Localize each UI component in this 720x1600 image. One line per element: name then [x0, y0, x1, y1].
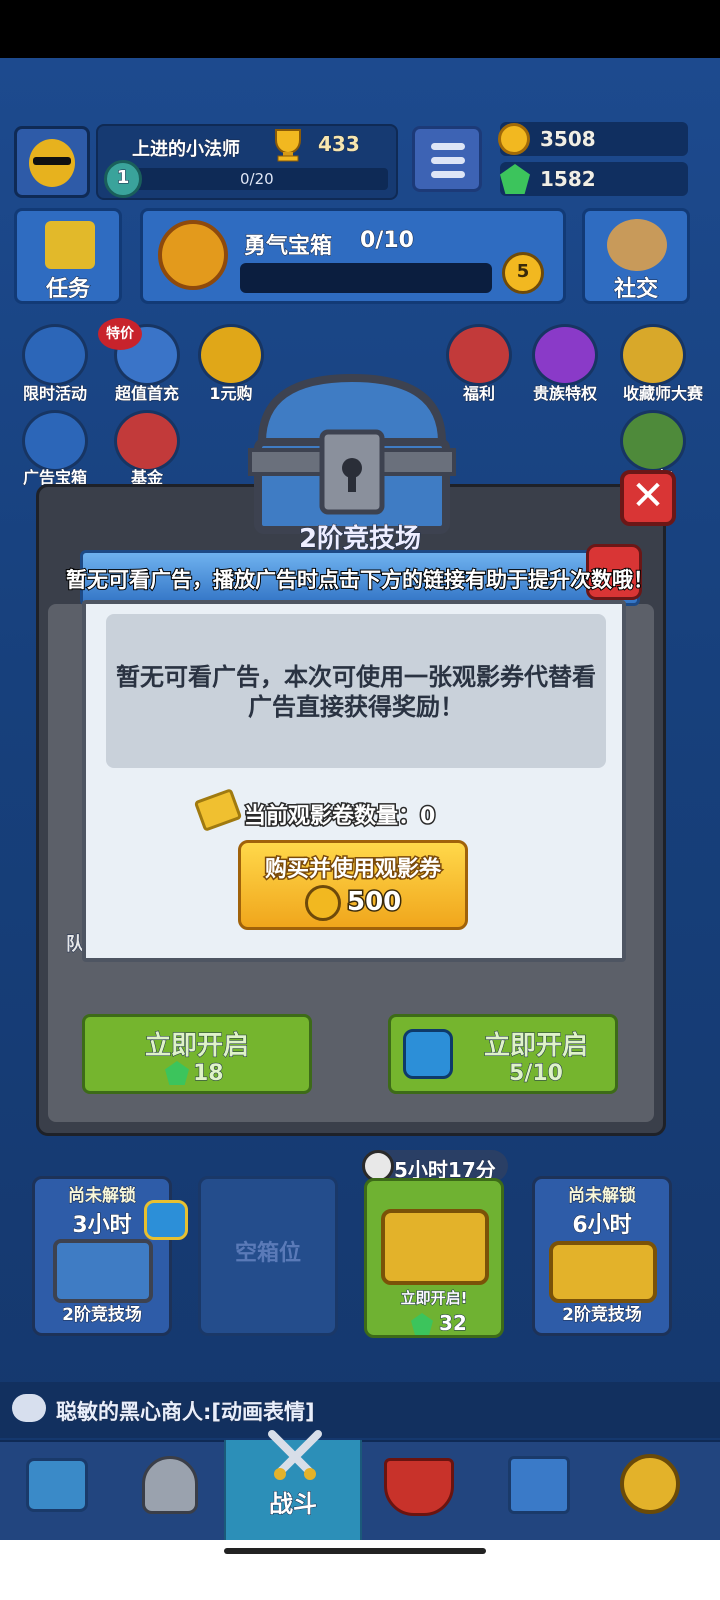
courage-chest-title: 勇气宝箱: [243, 234, 333, 260]
chat-bubble-icon: [12, 1394, 46, 1422]
friends-banner-icon: [508, 1456, 570, 1514]
trophy-count: 433: [318, 132, 361, 157]
ticket-count: 当前观影卷数量：0: [242, 803, 436, 831]
collector-contest-icon[interactable]: [620, 324, 686, 386]
chat-message: 聪敏的黑心商人:[动画表情]: [56, 1400, 316, 1425]
open-now-gem-button[interactable]: 立即开启 18: [82, 1014, 312, 1094]
open-now-label: 立即开启: [144, 1031, 249, 1062]
slot-lock-status: 尚未解锁: [568, 1186, 637, 1207]
checklist-icon: [45, 221, 95, 269]
menu-line-icon: [431, 157, 465, 164]
empty-slot-label: 空箱位: [234, 1241, 301, 1266]
gold-coin-icon: [498, 123, 530, 155]
ad-progress: 5/10: [509, 1061, 564, 1087]
slot-unlock-time: 6小时: [572, 1213, 632, 1239]
courage-coin-badge: 5: [502, 252, 544, 294]
nav-social[interactable]: [478, 1440, 590, 1540]
gold-chest-icon: [381, 1209, 489, 1285]
trophy-icon: [275, 129, 301, 162]
chest-icon: [53, 1239, 153, 1303]
limited-event-icon[interactable]: [22, 324, 88, 386]
compass-icon: [620, 1454, 680, 1514]
slot-arena: 2阶竞技场: [562, 1305, 643, 1326]
dialog-message: 暂无可看广告，本次可使用一张观影券代替看广告直接获得奖励！: [116, 663, 596, 721]
crossed-swords-icon: [266, 1428, 324, 1486]
status-bar: [0, 0, 720, 58]
task-label: 任务: [45, 277, 90, 303]
gold-count: 3508: [540, 127, 597, 152]
player-name: 上进的小法师: [132, 139, 241, 161]
close-icon: ✕: [631, 473, 665, 519]
menu-line-icon: [431, 143, 465, 150]
nav-battle[interactable]: 战斗: [224, 1430, 362, 1540]
buy-ticket-price: 500: [345, 886, 402, 919]
buy-ticket-button[interactable]: 购买并使用观影券 500: [238, 840, 468, 930]
toast-message: 暂无可看广告，播放广告时点击下方的链接有助于提升次数哦！: [65, 567, 655, 593]
fist-emblem-icon: [158, 220, 228, 290]
chest-slot-4[interactable]: 尚未解锁 6小时 2阶竞技场: [532, 1176, 672, 1336]
open-now-gem-cost: 18: [193, 1061, 225, 1087]
chest-slot-2[interactable]: 空箱位: [198, 1176, 338, 1336]
courage-chest-progress: 0/10: [360, 228, 415, 254]
player-avatar[interactable]: [14, 126, 90, 198]
gem-count: 1582: [540, 167, 597, 192]
nav-shop[interactable]: [0, 1440, 112, 1540]
ad-tv-icon[interactable]: [144, 1200, 188, 1240]
level-badge: 1: [104, 160, 142, 198]
collector-contest-label: 收藏师大赛: [622, 384, 703, 404]
gem-icon: [165, 1061, 189, 1085]
home-indicator[interactable]: [224, 1548, 486, 1554]
vip-privilege-label: 贵族特权: [532, 384, 597, 404]
open-now-ad-button[interactable]: 立即开启 5/10: [388, 1014, 618, 1094]
beer-mug-icon: [607, 219, 667, 271]
gold-coin-icon: [305, 885, 341, 921]
xp-text: 0/20: [240, 170, 274, 188]
nav-cards[interactable]: [112, 1440, 224, 1540]
treasure-chest-icon: [26, 1458, 88, 1512]
chest-icon: [248, 373, 456, 534]
sale-badge: 特价: [98, 318, 142, 350]
social-button[interactable]: 社交: [582, 208, 690, 304]
close-panel-button[interactable]: ✕: [620, 470, 676, 526]
menu-button[interactable]: [412, 126, 482, 192]
nav-clan[interactable]: [362, 1440, 474, 1540]
task-button[interactable]: 任务: [14, 208, 122, 304]
buy-ticket-label: 购买并使用观影券: [263, 856, 442, 884]
open-now-label: 立即开启: [483, 1031, 588, 1062]
nav-explore[interactable]: [592, 1440, 720, 1540]
gem-icon: [411, 1313, 433, 1335]
sunglasses-icon: [33, 157, 71, 165]
gold-chest-icon: [549, 1241, 657, 1303]
crown-shield-icon: [384, 1458, 454, 1516]
courage-progress-bar: [240, 263, 492, 293]
soldier-icon[interactable]: [620, 410, 686, 472]
open-now-small-label: 立即开启!: [400, 1289, 468, 1308]
knight-helmet-icon: [142, 1456, 198, 1514]
menu-line-icon: [431, 171, 465, 178]
social-label: 社交: [613, 277, 658, 303]
tv-icon: [403, 1029, 453, 1079]
chest-slot-3[interactable]: 立即开启! 32: [364, 1178, 504, 1338]
ad-chest-icon[interactable]: [22, 410, 88, 472]
slot-arena: 2阶竞技场: [62, 1305, 143, 1326]
fund-icon[interactable]: [114, 410, 180, 472]
vip-privilege-icon[interactable]: [532, 324, 598, 386]
slot-gem-cost: 32: [439, 1311, 468, 1336]
battle-label: 战斗: [269, 1490, 318, 1519]
